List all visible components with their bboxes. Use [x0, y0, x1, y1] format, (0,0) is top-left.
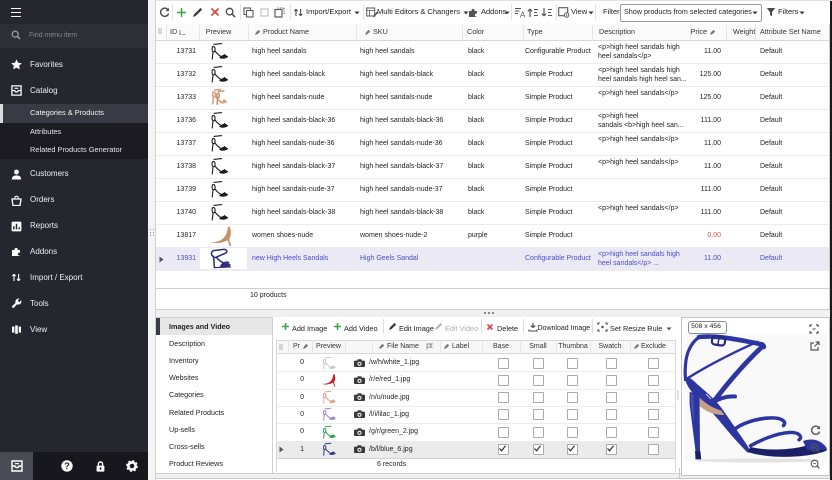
- svg-text:?: ?: [64, 461, 70, 471]
- svg-text:A: A: [520, 10, 526, 18]
- svg-text::: :: [813, 326, 814, 331]
